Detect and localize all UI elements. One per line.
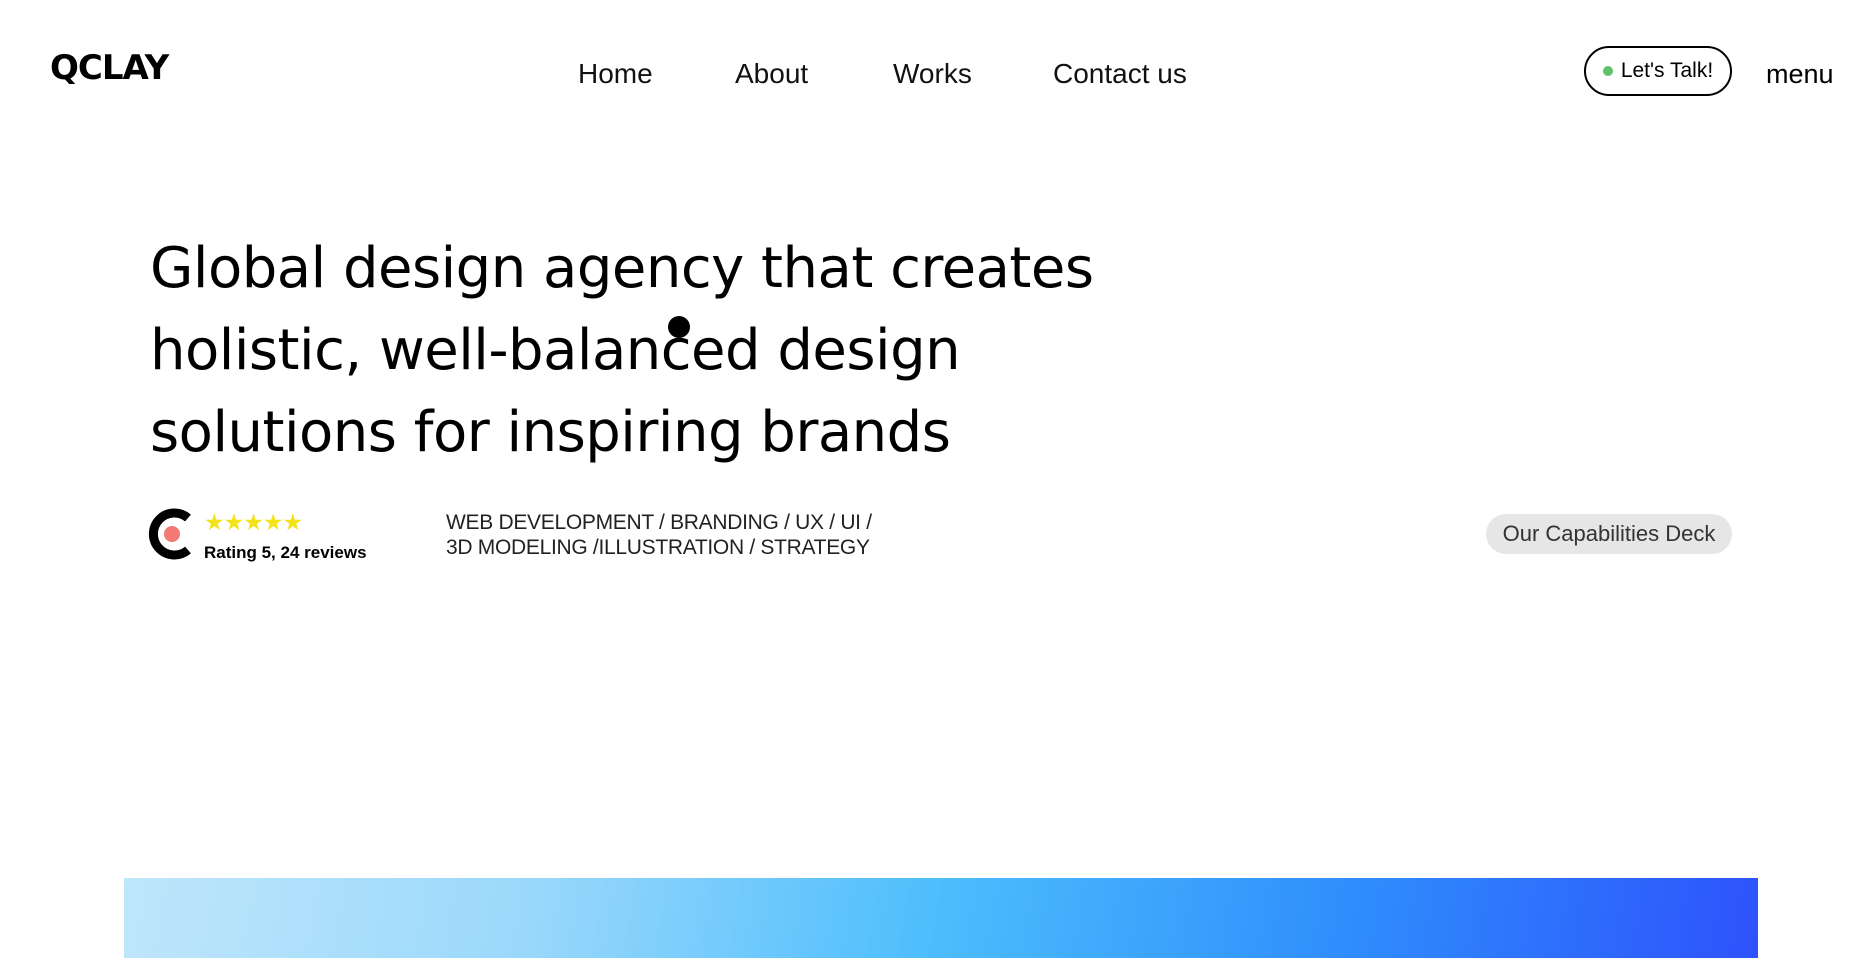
hero-headline-line: holistic, well-balanced design <box>150 318 961 383</box>
clutch-logo-icon <box>148 508 191 560</box>
rating-stars-icon: ★★★★★ <box>204 509 303 535</box>
status-dot-icon <box>1602 66 1613 76</box>
hero-banner-image <box>124 878 1758 958</box>
nav-about-link[interactable]: About <box>735 56 808 92</box>
nav-works-link[interactable]: Works <box>893 56 972 92</box>
nav-contact-link[interactable]: Contact us <box>1053 56 1187 92</box>
hero-headline: Global design agency that creates holist… <box>150 228 1150 474</box>
menu-button[interactable]: menu <box>1766 57 1834 91</box>
custom-cursor-dot <box>668 316 690 338</box>
services-line: 3D MODELING /ILLUSTRATION / STRATEGY <box>446 536 870 559</box>
services-line: WEB DEVELOPMENT / BRANDING / UX / UI / <box>446 511 872 534</box>
nav-home-link[interactable]: Home <box>578 56 653 92</box>
lets-talk-label: Let's Talk! <box>1620 59 1714 82</box>
rating-text: Rating 5, 24 reviews <box>204 543 367 562</box>
hero-headline-line: solutions for inspiring brands <box>150 400 951 465</box>
capabilities-deck-button[interactable]: Our Capabilities Deck <box>1486 514 1732 554</box>
lets-talk-button[interactable]: Let's Talk! <box>1584 46 1732 96</box>
hero-headline-line: Global design agency that creates <box>150 236 1094 301</box>
services-list: WEB DEVELOPMENT / BRANDING / UX / UI / 3… <box>446 510 872 560</box>
